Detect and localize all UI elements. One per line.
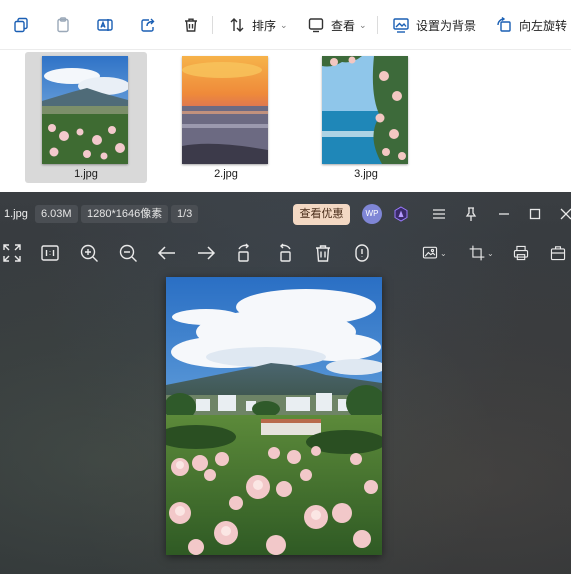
menu-button[interactable] bbox=[430, 205, 448, 223]
file-item[interactable]: 3.jpg bbox=[305, 52, 427, 183]
file-thumbnail bbox=[322, 56, 408, 164]
copy-button[interactable] bbox=[12, 13, 30, 37]
share-button[interactable] bbox=[139, 13, 157, 37]
arrow-left-icon bbox=[157, 246, 175, 260]
printer-icon bbox=[513, 245, 529, 261]
print-button[interactable] bbox=[512, 242, 534, 264]
zoom-in-button[interactable] bbox=[78, 242, 100, 264]
rotate-left-button[interactable]: 向左旋转 bbox=[495, 13, 567, 37]
crop-icon bbox=[469, 245, 485, 261]
hamburger-icon bbox=[433, 209, 445, 219]
paste-icon bbox=[57, 17, 69, 33]
file-thumbnail bbox=[42, 56, 128, 164]
arrow-right-icon bbox=[198, 246, 216, 260]
filesize-badge: 6.03M bbox=[35, 205, 78, 223]
sort-icon bbox=[230, 18, 244, 32]
wallpaper-icon bbox=[393, 18, 409, 33]
next-button[interactable] bbox=[195, 242, 217, 264]
zoom-out-icon bbox=[119, 244, 137, 262]
avatar[interactable]: WP bbox=[362, 204, 382, 224]
close-button[interactable] bbox=[557, 205, 571, 223]
close-icon bbox=[560, 208, 571, 220]
rotate-left-icon bbox=[238, 243, 249, 262]
chevron-down-icon: ⌄ bbox=[487, 248, 494, 258]
rotate-left-button[interactable] bbox=[234, 242, 256, 264]
zoom-in-icon bbox=[80, 244, 98, 262]
trash-icon bbox=[316, 245, 330, 262]
displayed-image[interactable] bbox=[166, 277, 382, 555]
file-name: 3.jpg bbox=[354, 168, 378, 180]
trash-icon bbox=[185, 18, 197, 32]
file-item[interactable]: 1.jpg bbox=[25, 52, 147, 183]
crop-dropdown[interactable]: ⌄ bbox=[468, 242, 498, 264]
viewer-toolbar: ⌄ ⌄ bbox=[0, 236, 571, 270]
file-explorer: 排序 ⌄ 查看 ⌄ 设置为背景 向左旋转 1.jpg 2.jpg 3.jpg bbox=[0, 0, 571, 192]
actual-size-icon bbox=[41, 245, 59, 261]
more-button[interactable] bbox=[549, 242, 571, 264]
maximize-icon bbox=[529, 208, 541, 220]
minimize-icon bbox=[499, 213, 509, 215]
pin-icon bbox=[465, 207, 477, 221]
fit-screen-button[interactable] bbox=[1, 242, 23, 264]
sort-label: 排序 bbox=[252, 18, 277, 33]
vip-badge-icon[interactable] bbox=[393, 206, 409, 222]
rotate-right-button[interactable] bbox=[273, 242, 295, 264]
maximize-button[interactable] bbox=[526, 205, 544, 223]
set-background-button[interactable]: 设置为背景 bbox=[392, 13, 476, 37]
file-name: 1.jpg bbox=[74, 168, 98, 180]
set-background-label: 设置为背景 bbox=[416, 18, 477, 33]
rotate-left-icon bbox=[497, 16, 511, 32]
view-offer-button[interactable]: 查看优惠 bbox=[293, 204, 350, 225]
rotate-right-icon bbox=[280, 243, 291, 262]
delete-button[interactable] bbox=[182, 13, 200, 37]
rotate-left-label: 向左旋转 bbox=[519, 18, 568, 33]
toolbar-divider bbox=[377, 16, 378, 34]
viewer-filename: 1.jpg bbox=[4, 208, 28, 220]
rename-button[interactable] bbox=[96, 13, 114, 37]
toolbox-icon bbox=[550, 246, 566, 261]
delete-button[interactable] bbox=[312, 242, 334, 264]
toolbar-divider bbox=[212, 16, 213, 34]
pin-button[interactable] bbox=[462, 205, 480, 223]
chevron-down-icon: ⌄ bbox=[359, 19, 367, 30]
chevron-down-icon: ⌄ bbox=[440, 248, 447, 258]
rename-icon bbox=[97, 19, 113, 31]
viewer-titlebar: 1.jpg 6.03M 1280*1646像素 1/3 查看优惠 WP bbox=[0, 192, 571, 236]
expand-icon bbox=[3, 244, 21, 262]
monitor-icon bbox=[308, 18, 324, 33]
chevron-down-icon: ⌄ bbox=[280, 19, 288, 30]
image-edit-icon bbox=[422, 246, 438, 259]
page-indicator: 1/3 bbox=[171, 205, 199, 223]
view-label: 查看 bbox=[331, 18, 356, 33]
info-button[interactable] bbox=[351, 242, 373, 264]
zoom-out-button[interactable] bbox=[117, 242, 139, 264]
file-thumbnail bbox=[182, 56, 268, 164]
explorer-toolbar: 排序 ⌄ 查看 ⌄ 设置为背景 向左旋转 bbox=[0, 0, 571, 50]
actual-size-button[interactable] bbox=[39, 242, 61, 264]
share-icon bbox=[141, 18, 155, 32]
copy-icon bbox=[14, 17, 28, 33]
view-button[interactable]: 查看 ⌄ bbox=[307, 13, 367, 37]
dimensions-badge: 1280*1646像素 bbox=[81, 205, 169, 223]
minimize-button[interactable] bbox=[495, 205, 513, 223]
file-item[interactable]: 2.jpg bbox=[165, 52, 287, 183]
paste-button[interactable] bbox=[54, 13, 72, 37]
file-name: 2.jpg bbox=[214, 168, 238, 180]
info-icon bbox=[355, 244, 369, 262]
image-edit-dropdown[interactable]: ⌄ bbox=[421, 242, 451, 264]
previous-button[interactable] bbox=[156, 242, 178, 264]
image-viewer-window: 1.jpg 6.03M 1280*1646像素 1/3 查看优惠 WP ⌄ ⌄ bbox=[0, 192, 571, 574]
sort-button[interactable]: 排序 ⌄ bbox=[228, 13, 288, 37]
